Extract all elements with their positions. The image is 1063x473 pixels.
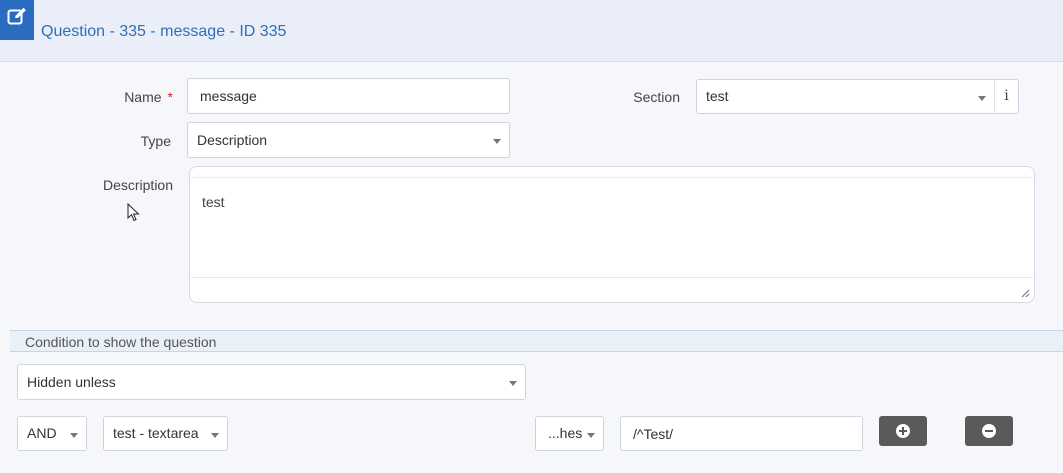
match-select[interactable]: ...hes [535,416,604,451]
type-label: Type [140,133,171,149]
section-select[interactable]: test [696,79,995,114]
page-title: Question - 335 - message - ID 335 [41,23,287,40]
condition-title: Condition to show the question [25,334,217,350]
description-label: Description [102,177,173,193]
page-header: Question - 335 - message - ID 335 [0,0,1063,62]
field-select-value: test - textarea [113,425,199,441]
name-label: Name * [100,89,173,105]
chevron-down-icon [493,139,501,144]
editor-toolbar-divider [191,177,1033,178]
add-condition-button[interactable] [879,416,927,446]
required-mark: * [167,89,173,105]
chevron-down-icon [587,433,595,438]
operator-select-value: AND [27,425,57,441]
plus-circle-icon [896,424,910,438]
type-select[interactable]: Description [187,122,510,158]
edit-icon [0,0,34,40]
type-select-value: Description [197,132,268,148]
name-input[interactable] [187,78,510,114]
chevron-down-icon [978,96,986,101]
info-button[interactable]: i [994,79,1019,114]
editor-footer-divider [191,277,1033,278]
visibility-select[interactable]: Hidden unless [17,364,526,400]
condition-section-header: Condition to show the question [10,330,1063,352]
chevron-down-icon [211,433,219,438]
section-label: Section [633,89,680,105]
resize-handle-icon[interactable] [1021,289,1030,298]
visibility-select-value: Hidden unless [27,374,116,390]
chevron-down-icon [509,381,517,386]
chevron-down-icon [70,433,78,438]
minus-circle-icon [982,424,996,438]
section-select-value: test [706,88,729,104]
field-select[interactable]: test - textarea [103,416,228,451]
mouse-cursor-icon [127,203,140,222]
description-text: test [202,194,225,210]
pattern-input[interactable] [620,416,863,451]
operator-select[interactable]: AND [17,416,87,451]
description-editor[interactable]: test [189,166,1035,303]
name-label-text: Name [124,89,162,105]
match-select-value: ...hes [548,425,583,441]
remove-condition-button[interactable] [965,416,1013,446]
